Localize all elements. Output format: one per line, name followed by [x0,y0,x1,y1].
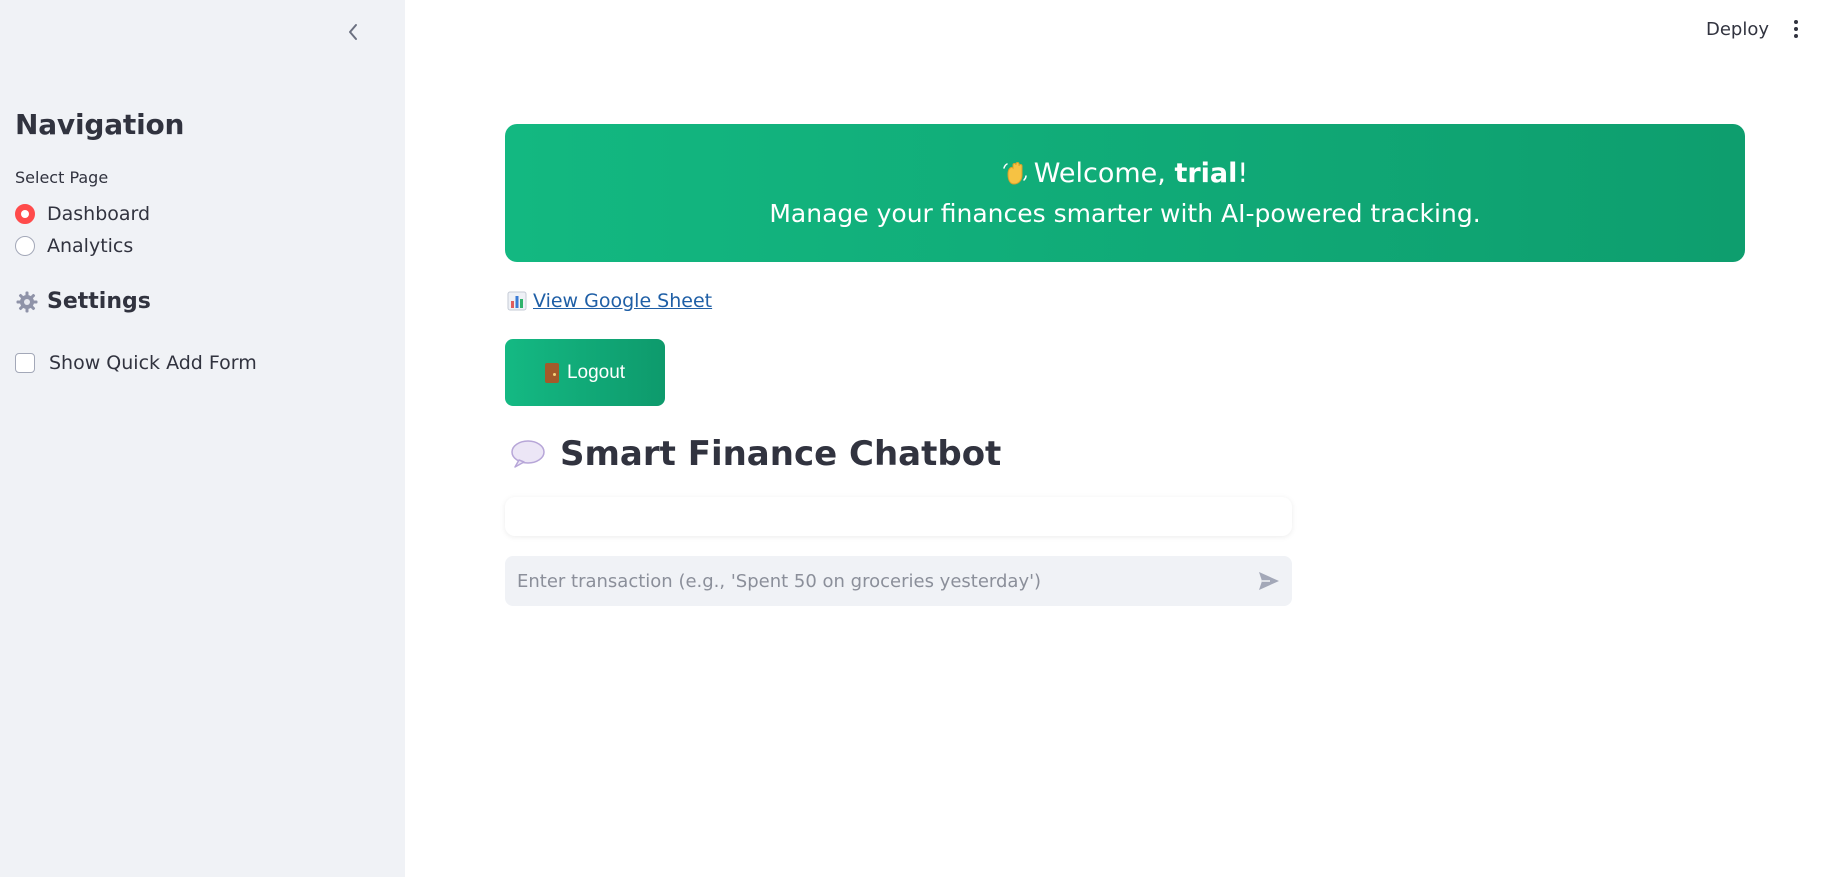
welcome-line: Welcome, trial! [505,158,1745,189]
select-page-label: Select Page [15,168,109,187]
bar-chart-icon [507,291,527,311]
radio-dashboard[interactable]: Dashboard [15,203,150,225]
transaction-input[interactable] [505,556,1246,606]
quick-add-label: Show Quick Add Form [49,352,257,374]
chevron-left-icon [349,24,357,40]
sidebar: Navigation Select Page Dashboard Analyti… [0,0,405,877]
username: trial [1174,158,1238,189]
main-menu-button[interactable] [1786,16,1806,42]
banner-subtitle: Manage your finances smarter with AI-pow… [769,199,1481,228]
gear-icon [16,291,38,312]
chat-history-container [505,497,1292,536]
kebab-dot [1794,34,1798,38]
kebab-dot [1794,20,1798,24]
deploy-button[interactable]: Deploy [1700,16,1775,42]
quick-add-checkbox[interactable] [15,353,35,373]
chat-input-container [505,556,1292,606]
sidebar-title: Navigation [15,108,185,141]
radio-label-dashboard: Dashboard [47,203,151,225]
chatbot-heading: Smart Finance Chatbot [510,434,1001,474]
logout-label: Logout [566,361,626,383]
chatbot-title: Smart Finance Chatbot [560,434,1002,474]
radio-label-analytics: Analytics [47,235,134,257]
radio-button[interactable] [15,236,35,256]
google-sheet-link-row: View Google Sheet [507,290,712,312]
collapse-sidebar-button[interactable] [341,18,365,46]
send-button[interactable] [1246,558,1292,604]
logout-button[interactable]: Logout [505,339,665,406]
waving-hand-icon [1003,162,1027,185]
welcome-suffix: ! [1237,158,1249,189]
speech-bubble-icon [511,440,545,468]
send-arrow-icon [1259,572,1279,590]
quick-add-checkbox-row[interactable]: Show Quick Add Form [15,352,257,374]
welcome-banner: Welcome, trial! Manage your finances sma… [505,124,1745,262]
view-google-sheet-link[interactable]: View Google Sheet [533,290,712,312]
settings-title: Settings [47,289,151,314]
welcome-prefix: Welcome, [1033,158,1175,189]
radio-button-selected[interactable] [15,204,35,224]
radio-analytics[interactable]: Analytics [15,235,133,257]
settings-heading: Settings [15,289,151,314]
kebab-dot [1794,27,1798,31]
door-icon [544,362,559,383]
